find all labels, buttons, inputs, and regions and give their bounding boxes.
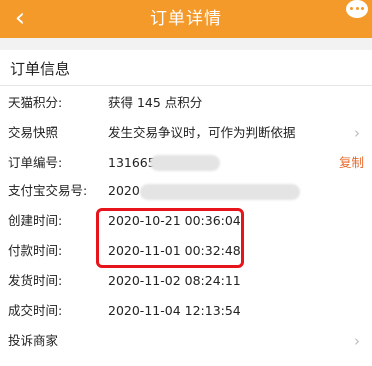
copy-button[interactable]: 复制 bbox=[339, 148, 364, 178]
more-menu-icon[interactable] bbox=[346, 0, 368, 18]
row-label: 发货时间: bbox=[8, 273, 63, 288]
dot bbox=[361, 7, 364, 10]
row-value: 2020-11-02 08:24:11 bbox=[108, 273, 241, 288]
dot bbox=[350, 7, 353, 10]
page-title: 订单详情 bbox=[150, 9, 222, 29]
row-trade-snapshot[interactable]: 交易快照 发生交易争议时，可作为判断依据 › bbox=[0, 118, 372, 148]
redacted-blur bbox=[150, 155, 220, 171]
row-order-number: 订单编号: 131665 复制 bbox=[0, 148, 372, 178]
row-shipped-time: 发货时间: 2020-11-02 08:24:11 bbox=[0, 266, 372, 296]
chevron-right-icon: › bbox=[354, 124, 360, 142]
row-label: 支付宝交易号: bbox=[8, 183, 88, 198]
chevron-right-icon: › bbox=[354, 332, 360, 350]
dot bbox=[355, 7, 359, 10]
order-info-header: 订单信息 bbox=[0, 50, 372, 86]
nav-bar: ‹ 订单详情 bbox=[0, 0, 372, 38]
row-label: 付款时间: bbox=[8, 243, 63, 258]
row-completed-time: 成交时间: 2020-11-04 12:13:54 bbox=[0, 296, 372, 326]
row-label: 成交时间: bbox=[8, 303, 63, 318]
row-label: 交易快照 bbox=[8, 125, 59, 140]
row-label: 订单编号: bbox=[8, 155, 63, 170]
row-value: 2020-11-04 12:13:54 bbox=[108, 303, 241, 318]
row-tmall-points: 天猫积分: 获得 145 点积分 bbox=[0, 88, 372, 118]
row-alipay-trade-number: 支付宝交易号: 2020 bbox=[0, 176, 372, 206]
row-value: 2020 bbox=[108, 183, 140, 198]
row-label: 投诉商家 bbox=[8, 333, 59, 348]
row-value: 获得 145 点积分 bbox=[108, 95, 203, 110]
row-value: 发生交易争议时，可作为判断依据 bbox=[108, 125, 296, 140]
row-value: 131665 bbox=[108, 155, 156, 170]
row-label: 创建时间: bbox=[8, 213, 63, 228]
row-label: 天猫积分: bbox=[8, 95, 63, 110]
redacted-blur bbox=[140, 184, 300, 200]
row-complain-seller[interactable]: 投诉商家 › bbox=[0, 326, 372, 356]
highlight-annotation-box bbox=[96, 208, 244, 268]
section-title: 订单信息 bbox=[10, 60, 71, 78]
